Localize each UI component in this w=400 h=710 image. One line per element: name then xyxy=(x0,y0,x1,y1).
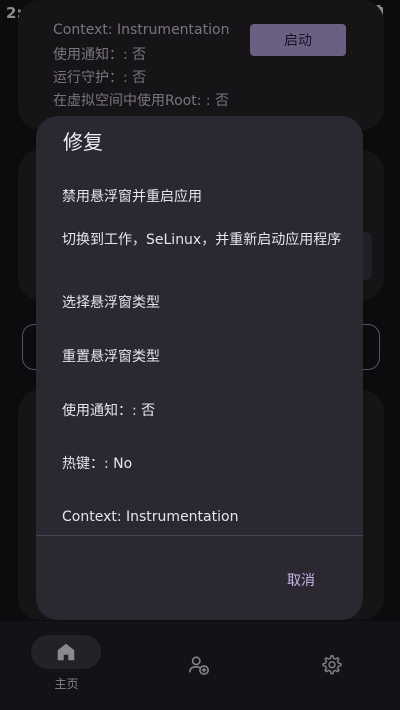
option-context[interactable]: Context: Instrumentation xyxy=(62,506,342,528)
option-reset-overlay-type[interactable]: 重置悬浮窗类型 xyxy=(62,346,342,368)
dialog-divider xyxy=(36,535,363,536)
option-switch-work-selinux[interactable]: 切换到工作，SeLinux，并重新启动应用程序 xyxy=(62,229,342,251)
option-disable-overlay-restart[interactable]: 禁用悬浮窗并重启应用 xyxy=(62,186,342,208)
repair-dialog: 修复 禁用悬浮窗并重启应用 切换到工作，SeLinux，并重新启动应用程序 选择… xyxy=(36,116,363,620)
option-use-notification[interactable]: 使用通知：: 否 xyxy=(62,400,342,422)
dialog-title: 修复 xyxy=(63,130,103,154)
cancel-button[interactable]: 取消 xyxy=(274,566,328,594)
option-hotkey[interactable]: 热键：: No xyxy=(62,453,342,475)
option-select-overlay-type[interactable]: 选择悬浮窗类型 xyxy=(62,292,342,314)
